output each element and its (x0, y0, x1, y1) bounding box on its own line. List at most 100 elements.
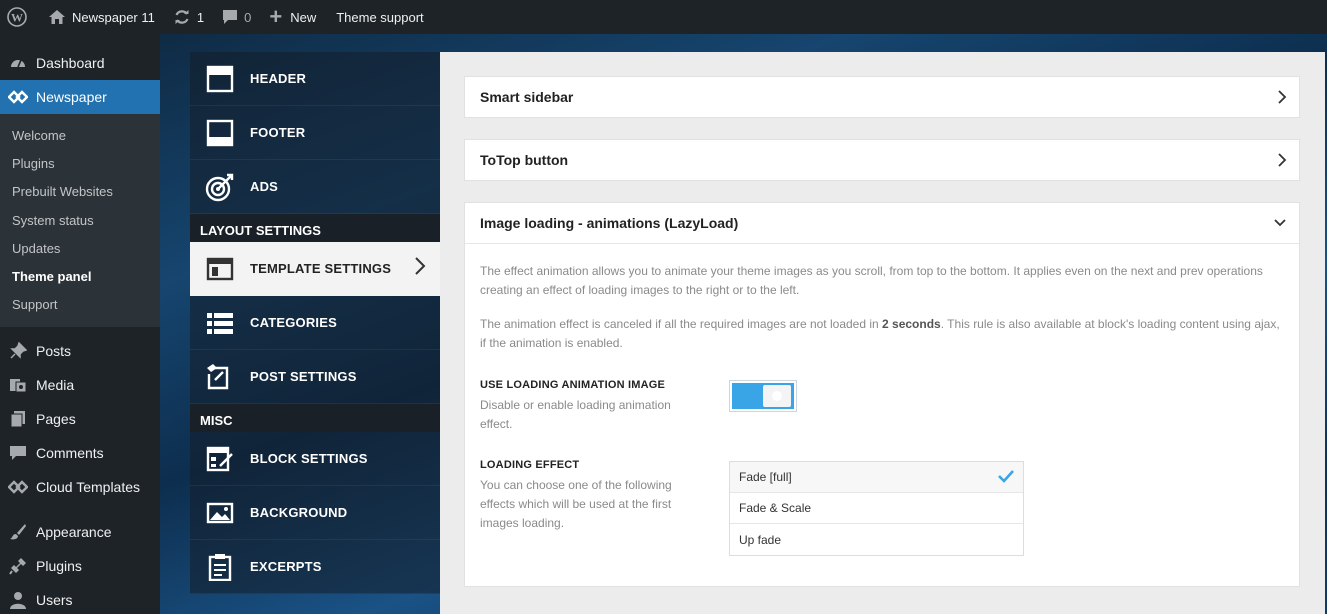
nav-categories[interactable]: CATEGORIES (190, 296, 440, 350)
loading-animation-option: USE LOADING ANIMATION IMAGE Disable or e… (480, 379, 700, 434)
totop-button-section[interactable]: ToTop button (464, 139, 1300, 181)
nav-block-settings[interactable]: BLOCK SETTINGS (190, 432, 440, 486)
lazyload-header[interactable]: Image loading - animations (LazyLoad) (465, 203, 1299, 243)
loading-animation-toggle[interactable] (729, 380, 797, 412)
menu-posts-label: Posts (36, 343, 72, 360)
nav-post-settings[interactable]: POST SETTINGS (190, 350, 440, 404)
svg-text:W: W (11, 11, 23, 25)
paintbrush-icon (8, 522, 28, 542)
totop-button-title: ToTop button (480, 152, 569, 168)
footer-icon (190, 119, 250, 147)
menu-plugins-label: Plugins (36, 558, 82, 575)
chevron-right-icon (1277, 77, 1287, 117)
theme-support-link[interactable]: Theme support (329, 0, 430, 34)
nav-block-settings-label: BLOCK SETTINGS (250, 451, 368, 466)
block-settings-icon (190, 446, 250, 472)
comments-link[interactable]: 0 (215, 0, 258, 34)
lazyload-body: The effect animation allows you to anima… (465, 243, 1299, 587)
plugin-icon (8, 556, 28, 576)
menu-users-label: Users (36, 592, 73, 609)
nav-template-settings[interactable]: TEMPLATE SETTINGS (190, 242, 440, 296)
submenu-theme-panel[interactable]: Theme panel (0, 262, 160, 290)
menu-dashboard[interactable]: Dashboard (0, 46, 160, 80)
menu-comments-label: Comments (36, 445, 104, 462)
pages-icon (8, 409, 28, 429)
wordpress-logo-button[interactable]: W (0, 0, 41, 34)
nav-excerpts-label: EXCERPTS (250, 559, 322, 574)
submenu-prebuilt-websites[interactable]: Prebuilt Websites (0, 178, 160, 206)
theme-panel-nav: HEADER FOOTER ADS LAYOUT SETTINGS TEMPLA… (190, 52, 440, 614)
submenu-plugins[interactable]: Plugins (0, 149, 160, 177)
nav-ads[interactable]: ADS (190, 160, 440, 214)
newspaper-submenu: Welcome Plugins Prebuilt Websites System… (0, 114, 160, 328)
lazyload-timeout-note: The animation effect is canceled if all … (480, 317, 1280, 350)
menu-cloud-templates[interactable]: Cloud Templates (0, 470, 160, 504)
menu-users[interactable]: Users (0, 583, 160, 614)
target-icon (190, 172, 250, 202)
totop-button-header[interactable]: ToTop button (465, 140, 1299, 180)
comment-icon (222, 9, 238, 25)
effect-option[interactable]: Fade & Scale (730, 493, 1023, 524)
comments-count: 0 (244, 9, 252, 25)
submenu-updates[interactable]: Updates (0, 234, 160, 262)
site-name-link[interactable]: Newspaper 11 (41, 0, 162, 34)
nav-footer-label: FOOTER (250, 125, 306, 140)
menu-pages[interactable]: Pages (0, 402, 160, 436)
effect-option[interactable]: Fade [full] (730, 462, 1023, 493)
updates-icon (173, 9, 191, 25)
menu-media[interactable]: Media (0, 368, 160, 402)
smart-sidebar-title: Smart sidebar (480, 89, 574, 105)
loading-animation-desc: Disable or enable loading animation effe… (480, 398, 671, 431)
section-misc: MISC (190, 404, 440, 432)
nav-ads-label: ADS (250, 179, 279, 194)
menu-newspaper-label: Newspaper (36, 89, 107, 105)
new-label: New (290, 9, 317, 25)
nav-post-settings-label: POST SETTINGS (250, 369, 357, 384)
comments-icon (8, 443, 28, 463)
plus-icon: + (269, 4, 283, 29)
settings-content: Smart sidebar ToTop button Image loading… (440, 52, 1325, 614)
image-icon (190, 502, 250, 524)
clipboard-icon (190, 553, 250, 581)
menu-cloud-templates-label: Cloud Templates (36, 479, 141, 496)
admin-menu: Dashboard Newspaper Welcome Plugins Preb… (0, 34, 160, 614)
admin-bar: W Newspaper 11 1 0 + New Theme support (0, 0, 1327, 34)
nav-footer[interactable]: FOOTER (190, 106, 440, 160)
smart-sidebar-header[interactable]: Smart sidebar (465, 77, 1299, 117)
site-name: Newspaper 11 (72, 9, 155, 25)
wordpress-icon: W (7, 7, 27, 27)
home-icon (48, 9, 66, 25)
menu-comments[interactable]: Comments (0, 436, 160, 470)
submenu-support[interactable]: Support (0, 291, 160, 319)
updates-count: 1 (196, 9, 205, 25)
nav-header[interactable]: HEADER (190, 52, 440, 106)
submenu-system-status[interactable]: System status (0, 206, 160, 234)
smart-sidebar-section[interactable]: Smart sidebar (464, 76, 1300, 118)
loading-animation-title: USE LOADING ANIMATION IMAGE (480, 379, 666, 391)
menu-appearance[interactable]: Appearance (0, 515, 160, 549)
menu-newspaper[interactable]: Newspaper (0, 80, 160, 114)
loading-effect-desc: You can choose one of the following effe… (480, 478, 672, 530)
list-icon (190, 311, 250, 335)
menu-plugins[interactable]: Plugins (0, 549, 160, 583)
menu-pages-label: Pages (36, 411, 76, 428)
new-content-link[interactable]: + New (262, 0, 323, 34)
post-edit-icon (190, 362, 250, 392)
lazyload-title: Image loading - animations (LazyLoad) (480, 215, 739, 231)
theme-support-label: Theme support (336, 9, 424, 25)
nav-background[interactable]: BACKGROUND (190, 486, 440, 540)
submenu-welcome[interactable]: Welcome (0, 121, 160, 149)
media-icon (8, 375, 28, 395)
newspaper-logo-icon (8, 87, 28, 107)
nav-background-label: BACKGROUND (250, 505, 348, 520)
effect-option[interactable]: Up fade (730, 524, 1023, 555)
menu-posts[interactable]: Posts (0, 334, 160, 368)
menu-media-label: Media (36, 377, 75, 394)
cloud-templates-icon (8, 477, 28, 497)
chevron-down-icon (1273, 203, 1287, 243)
nav-excerpts[interactable]: EXCERPTS (190, 540, 440, 594)
checkmark-icon (997, 469, 1015, 486)
updates-link[interactable]: 1 (166, 0, 211, 34)
menu-dashboard-label: Dashboard (36, 55, 105, 71)
dashboard-icon (8, 53, 28, 73)
